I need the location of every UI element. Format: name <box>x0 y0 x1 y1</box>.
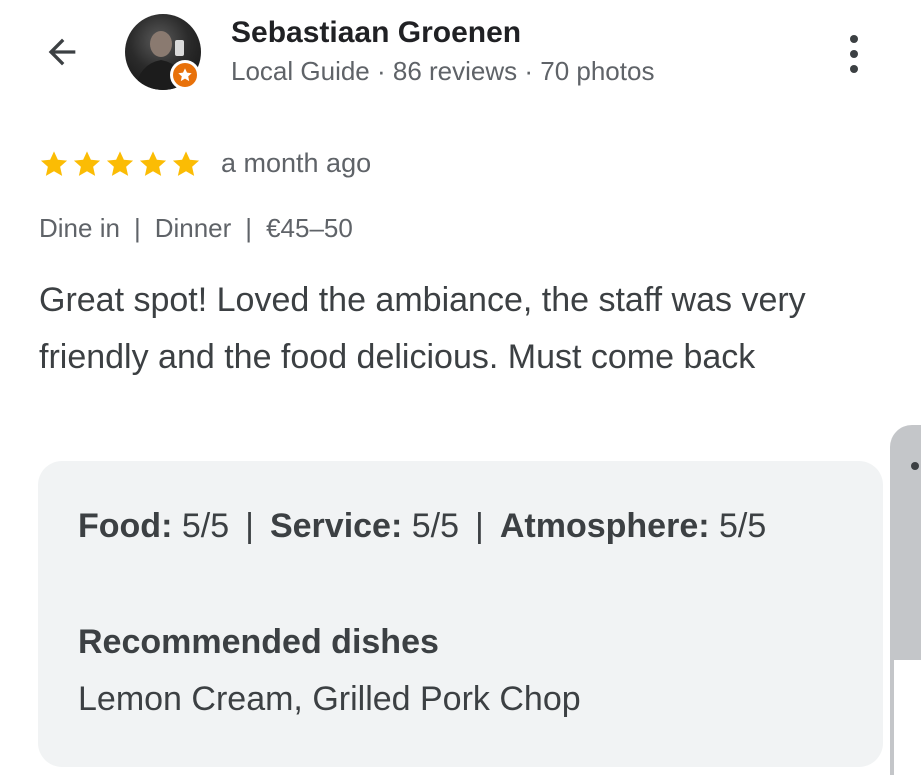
separator: | <box>133 213 141 243</box>
more-vert-icon-dot <box>850 35 858 43</box>
star-icon <box>73 151 101 176</box>
star-icon <box>139 151 167 176</box>
more-options-button[interactable] <box>836 30 872 78</box>
star-icon <box>172 151 200 176</box>
review-text: Great spot! Loved the ambiance, the staf… <box>39 281 806 376</box>
review-detail-page: Sebastiaan Groenen Local Guide · 86 revi… <box>0 0 921 775</box>
atmosphere-rating-label: Atmosphere: <box>499 507 710 545</box>
aspect-ratings: Food: 5/5 | Service: 5/5 | Atmosphere: 5/5 <box>78 507 766 546</box>
recommended-dishes-list: Lemon Cream, Grilled Pork Chop <box>78 680 581 718</box>
adjacent-card-content <box>894 660 921 775</box>
separator: | <box>245 507 254 545</box>
atmosphere-rating-value: 5/5 <box>719 507 767 545</box>
service-rating-value: 5/5 <box>411 507 460 545</box>
recommended-dishes-title: Recommended dishes <box>78 623 439 661</box>
star-icon <box>106 151 134 176</box>
star-icon <box>40 151 68 176</box>
local-guide-badge-icon <box>170 60 200 90</box>
review-time: a month ago <box>221 148 372 178</box>
visit-info: Dine in | Dinner | €45–50 <box>39 213 353 244</box>
food-rating-label: Food: <box>78 507 173 545</box>
star-rating <box>38 148 202 180</box>
reviewer-meta: Local Guide · 86 reviews · 70 photos <box>231 56 655 86</box>
price-per-person: €45–50 <box>266 213 353 243</box>
separator: | <box>245 213 253 243</box>
adjacent-card-menu-dot <box>911 462 919 470</box>
arrow-back-icon <box>48 38 76 66</box>
food-rating-value: 5/5 <box>181 507 230 545</box>
review-details-card: Food: 5/5 | Service: 5/5 | Atmosphere: 5/5 R… <box>38 461 883 767</box>
reviewer-name[interactable]: Sebastiaan Groenen <box>231 16 521 50</box>
service-rating-label: Service: <box>269 507 403 545</box>
more-vert-icon-dot <box>850 50 858 58</box>
meal-type: Dinner <box>154 213 232 243</box>
visit-type: Dine in <box>39 213 120 243</box>
more-vert-icon-dot <box>850 65 858 73</box>
back-button[interactable] <box>40 30 84 74</box>
separator: | <box>475 507 484 545</box>
